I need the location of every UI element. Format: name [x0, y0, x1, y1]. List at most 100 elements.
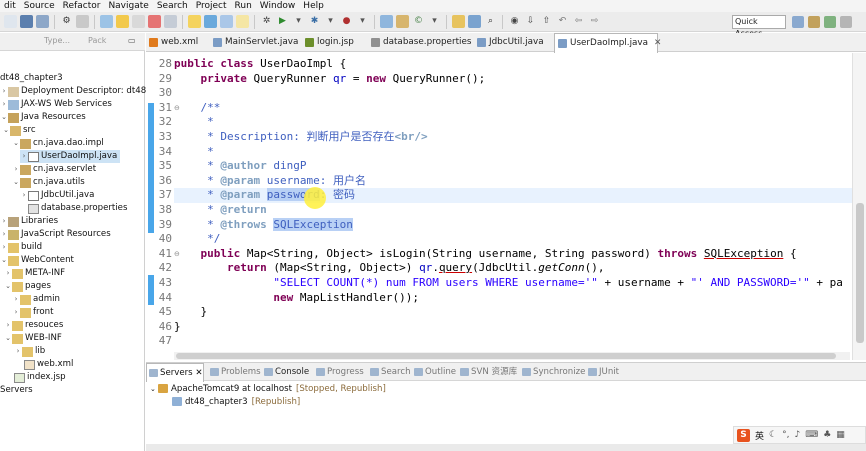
horizontal-scrollbar[interactable]	[174, 352, 850, 360]
toggle-mark-icon[interactable]: ◉	[508, 15, 521, 28]
code-editor[interactable]: 28 29 30 31 ⊖ 32 33 34 35 36 37 38 39 40…	[146, 53, 866, 360]
open-type-icon[interactable]	[452, 15, 465, 28]
minimize-icon[interactable]: ▭	[128, 36, 136, 45]
settings-icon[interactable]: ⚙	[60, 15, 73, 28]
tab-package-explorer[interactable]: Pack	[88, 36, 106, 45]
tab-outline[interactable]: Outline	[412, 363, 456, 381]
tree-item-package-dao-impl[interactable]: ⌄ cn.java.dao.impl	[12, 137, 104, 150]
tab-database-properties[interactable]: database.properties	[368, 33, 471, 52]
last-edit-icon[interactable]: ↶	[556, 15, 569, 28]
expand-arrow-icon[interactable]: ›	[0, 241, 8, 254]
tab-svn-repository[interactable]: SVN 资源库	[458, 363, 517, 381]
tab-synchronize[interactable]: Synchronize	[520, 363, 585, 381]
collapse-arrow-icon[interactable]: ⌄	[12, 137, 20, 150]
expand-arrow-icon[interactable]: ›	[4, 267, 12, 280]
skip-breakpoints-icon[interactable]	[100, 15, 113, 28]
tab-login-jsp[interactable]: login.jsp	[302, 33, 354, 52]
collapse-arrow-icon[interactable]: ⌄	[150, 385, 158, 393]
tab-userdaoimpl-java[interactable]: UserDaoImpl.java ✕	[554, 33, 661, 53]
close-icon[interactable]: ✕	[654, 38, 661, 48]
menu-search[interactable]: Search	[153, 0, 192, 12]
tree-item-database-properties[interactable]: database.properties	[28, 202, 127, 215]
moon-icon[interactable]: ☾	[769, 430, 777, 440]
tree-item-index-jsp[interactable]: index.jsp	[14, 371, 66, 384]
perspective-svn-icon[interactable]	[824, 16, 836, 28]
tools-icon[interactable]: ▦	[836, 430, 845, 440]
stop-icon[interactable]	[148, 15, 161, 28]
tab-servers[interactable]: Servers ✕	[146, 363, 204, 382]
tab-problems[interactable]: Problems	[208, 363, 261, 381]
tree-item-deployment-descriptor[interactable]: › Deployment Descriptor: dt48_cha	[0, 85, 166, 98]
tree-item-resouces[interactable]: › resouces	[4, 319, 63, 332]
tree-item-pages[interactable]: ⌄ pages	[4, 280, 51, 293]
tree-item-javascript-resources[interactable]: › JavaScript Resources	[0, 228, 111, 241]
disconnect-icon[interactable]	[164, 15, 177, 28]
tab-search[interactable]: Search	[368, 363, 411, 381]
tree-item-webcontent[interactable]: ⌄ WebContent	[0, 254, 74, 267]
tab-type-hierarchy[interactable]: Type...	[44, 36, 70, 45]
step-over-icon[interactable]	[204, 15, 217, 28]
close-icon[interactable]: ✕	[195, 368, 202, 378]
menu-refactor[interactable]: Refactor	[59, 0, 105, 12]
tree-item-web-xml[interactable]: web.xml	[24, 358, 73, 371]
expand-arrow-icon[interactable]: ›	[4, 319, 12, 332]
new-class-icon[interactable]: ©	[412, 15, 425, 28]
expand-arrow-icon[interactable]: ›	[14, 345, 22, 358]
expand-arrow-icon[interactable]: ›	[12, 306, 20, 319]
collapse-arrow-icon[interactable]: ⌄	[2, 124, 10, 137]
menu-edit[interactable]: dit	[0, 0, 20, 12]
drop-frame-icon[interactable]	[236, 15, 249, 28]
tree-item-front[interactable]: › front	[12, 306, 53, 319]
run-dropdown-icon[interactable]: ▾	[292, 15, 305, 28]
resume-icon[interactable]	[116, 15, 129, 28]
tree-item-src[interactable]: ⌄ src	[2, 124, 36, 137]
quick-access-field[interactable]: Quick Access	[732, 15, 786, 38]
tree-item-build[interactable]: › build	[0, 241, 42, 254]
tab-mainservlet-java[interactable]: MainServlet.java	[210, 33, 298, 52]
sogou-logo-icon[interactable]: S	[737, 428, 750, 442]
collapse-arrow-icon[interactable]: ⌄	[4, 332, 12, 345]
debug-dropdown-icon[interactable]: ▾	[324, 15, 337, 28]
expand-arrow-icon[interactable]: ›	[12, 293, 20, 306]
menu-help[interactable]: Help	[299, 0, 328, 12]
expand-arrow-icon[interactable]: ›	[0, 98, 8, 111]
microphone-icon[interactable]: ♪	[794, 430, 800, 440]
tree-item-userdaoimpl[interactable]: › UserDaoImpl.java	[20, 150, 120, 163]
annotation-prev-icon[interactable]: ⇧	[540, 15, 553, 28]
debug-icon[interactable]: ✱	[308, 15, 321, 28]
tree-item-libraries[interactable]: › Libraries	[0, 215, 58, 228]
ime-language[interactable]: 英	[755, 429, 764, 442]
print-icon[interactable]	[76, 15, 89, 28]
menu-project[interactable]: Project	[192, 0, 231, 12]
expand-arrow-icon[interactable]: ›	[0, 228, 8, 241]
tree-item-package-utils[interactable]: ⌄ cn.java.utils	[12, 176, 85, 189]
tree-item-jaxws[interactable]: › JAX-WS Web Services	[0, 98, 112, 111]
step-return-icon[interactable]	[220, 15, 233, 28]
tab-jdbcutil-java[interactable]: JdbcUtil.java	[474, 33, 544, 52]
tab-console[interactable]: Console	[262, 363, 309, 381]
expand-arrow-icon[interactable]: ›	[20, 189, 28, 202]
save-icon[interactable]	[20, 15, 33, 28]
scrollbar-thumb[interactable]	[176, 353, 836, 359]
tree-item-project[interactable]: dt48_chapter3	[0, 72, 63, 85]
perspective-java-icon[interactable]	[792, 16, 804, 28]
back-icon[interactable]: ⇦	[572, 15, 585, 28]
new-class-dropdown-icon[interactable]: ▾	[428, 15, 441, 28]
tree-item-lib[interactable]: › lib	[14, 345, 45, 358]
collapse-arrow-icon[interactable]: ⌄	[12, 176, 20, 189]
new-icon[interactable]	[4, 15, 17, 28]
tab-progress[interactable]: Progress	[314, 363, 364, 381]
external-tools-icon[interactable]: ●	[340, 15, 353, 28]
run-icon[interactable]: ▶	[276, 15, 289, 28]
tree-item-meta-inf[interactable]: › META-INF	[4, 267, 65, 280]
tree-item-jdbcutil[interactable]: › JdbcUtil.java	[20, 189, 94, 202]
annotation-next-icon[interactable]: ⇩	[524, 15, 537, 28]
step-into-icon[interactable]	[188, 15, 201, 28]
open-task-icon[interactable]	[468, 15, 481, 28]
collapse-arrow-icon[interactable]: ⌄	[0, 111, 8, 124]
expand-arrow-icon[interactable]: ›	[12, 163, 20, 176]
server-row[interactable]: ⌄ ApacheTomcat9 at localhost [Stopped, R…	[150, 382, 386, 395]
skin-icon[interactable]: ♣	[823, 430, 831, 440]
debug-settings-icon[interactable]: ✲	[260, 15, 273, 28]
new-package-icon[interactable]	[396, 15, 409, 28]
